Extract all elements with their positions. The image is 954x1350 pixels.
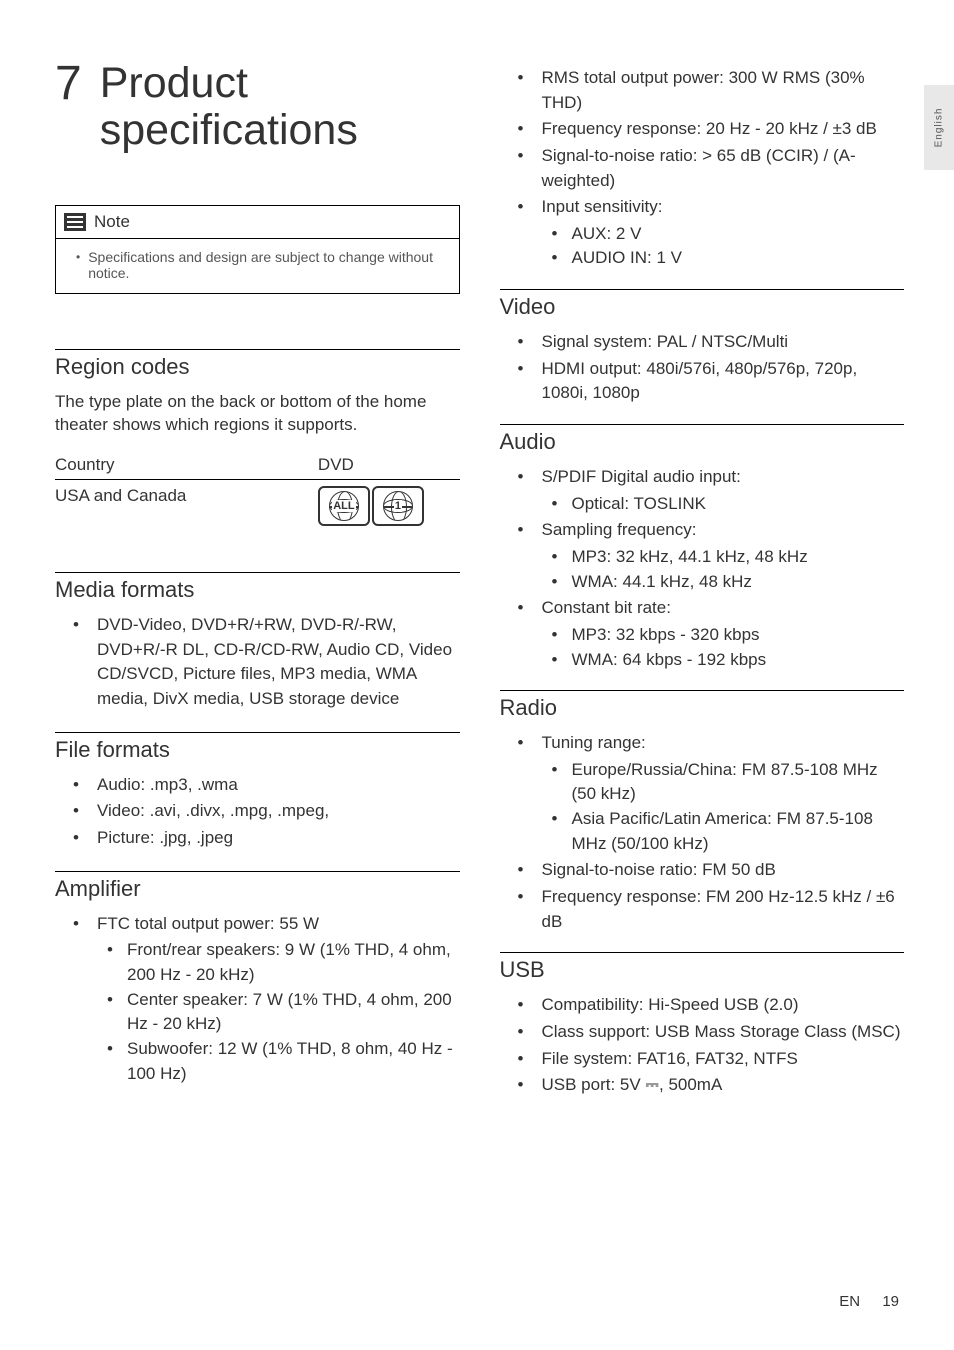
video-heading: Video (500, 289, 905, 320)
file-audio: Audio: .mp3, .wma (55, 773, 460, 798)
amp-rms: RMS total output power: 300 W RMS (30% T… (500, 66, 905, 115)
chapter-number: 7 (55, 60, 82, 108)
note-text: Specifications and design are subject to… (88, 249, 446, 281)
file-picture: Picture: .jpg, .jpeg (55, 826, 460, 851)
note-label: Note (94, 212, 130, 232)
usb-compat: Compatibility: Hi-Speed USB (2.0) (500, 993, 905, 1018)
amp-sub: Subwoofer: 12 W (1% THD, 8 ohm, 40 Hz - … (97, 1037, 460, 1086)
file-formats-heading: File formats (55, 732, 460, 763)
radio-tuning: Tuning range: Europe/Russia/China: FM 87… (500, 731, 905, 856)
audio-mp3-rate: MP3: 32 kbps - 320 kbps (542, 623, 905, 648)
media-formats-heading: Media formats (55, 572, 460, 603)
radio-freq: Frequency response: FM 200 Hz-12.5 kHz /… (500, 885, 905, 934)
radio-europe: Europe/Russia/China: FM 87.5-108 MHz (50… (542, 758, 905, 807)
page-footer: EN 19 (839, 1293, 899, 1310)
media-formats-item: DVD-Video, DVD+R/+RW, DVD-R/-RW, DVD+R/-… (55, 613, 460, 712)
usb-fs: File system: FAT16, FAT32, NTFS (500, 1047, 905, 1072)
video-hdmi: HDMI output: 480i/576i, 480p/576p, 720p,… (500, 357, 905, 406)
audio-mp3-freq: MP3: 32 kHz, 44.1 kHz, 48 kHz (542, 545, 905, 570)
amp-center: Center speaker: 7 W (1% THD, 4 ohm, 200 … (97, 988, 460, 1037)
usb-heading: USB (500, 952, 905, 983)
footer-page: 19 (882, 1293, 899, 1310)
region-codes-heading: Region codes (55, 349, 460, 380)
footer-lang: EN (839, 1293, 860, 1310)
row-country: USA and Canada (55, 480, 318, 533)
amp-freq: Frequency response: 20 Hz - 20 kHz / ±3 … (500, 117, 905, 142)
amp-audio-in: AUDIO IN: 1 V (542, 246, 905, 271)
audio-optical: Optical: TOSLINK (542, 492, 905, 517)
amp-snr: Signal-to-noise ratio: > 65 dB (CCIR) / … (500, 144, 905, 193)
note-icon (64, 213, 86, 231)
amp-front-rear: Front/rear speakers: 9 W (1% THD, 4 ohm,… (97, 938, 460, 987)
chapter-header: 7 Product specifications (55, 60, 460, 155)
region-table: Country DVD USA and Canada ALL 1 (55, 451, 460, 532)
audio-spdif: S/PDIF Digital audio input: Optical: TOS… (500, 465, 905, 516)
region-codes-intro: The type plate on the back or bottom of … (55, 390, 460, 438)
audio-heading: Audio (500, 424, 905, 455)
col-country: Country (55, 451, 318, 480)
file-video: Video: .avi, .divx, .mpg, .mpeg, (55, 799, 460, 824)
note-box: Note • Specifications and design are sub… (55, 205, 460, 294)
audio-wma-rate: WMA: 64 kbps - 192 kbps (542, 648, 905, 673)
col-dvd: DVD (318, 451, 460, 480)
radio-asia: Asia Pacific/Latin America: FM 87.5-108 … (542, 807, 905, 856)
usb-class: Class support: USB Mass Storage Class (M… (500, 1020, 905, 1045)
usb-port: USB port: 5V ⎓, 500mA (500, 1073, 905, 1098)
dvd-region-1-icon: 1 (372, 486, 424, 526)
radio-snr: Signal-to-noise ratio: FM 50 dB (500, 858, 905, 883)
amplifier-heading: Amplifier (55, 871, 460, 902)
radio-heading: Radio (500, 690, 905, 721)
language-tab: English (924, 85, 954, 170)
audio-bitrate: Constant bit rate: MP3: 32 kbps - 320 kb… (500, 596, 905, 672)
audio-sampling: Sampling frequency: MP3: 32 kHz, 44.1 kH… (500, 518, 905, 594)
audio-wma-freq: WMA: 44.1 kHz, 48 kHz (542, 570, 905, 595)
dvd-region-all-icon: ALL (318, 486, 370, 526)
video-signal: Signal system: PAL / NTSC/Multi (500, 330, 905, 355)
chapter-title: Product specifications (100, 60, 460, 155)
amp-ftc: FTC total output power: 55 W Front/rear … (55, 912, 460, 1086)
amp-aux: AUX: 2 V (542, 222, 905, 247)
amp-input: Input sensitivity: AUX: 2 V AUDIO IN: 1 … (500, 195, 905, 271)
language-tab-label: English (934, 108, 945, 148)
